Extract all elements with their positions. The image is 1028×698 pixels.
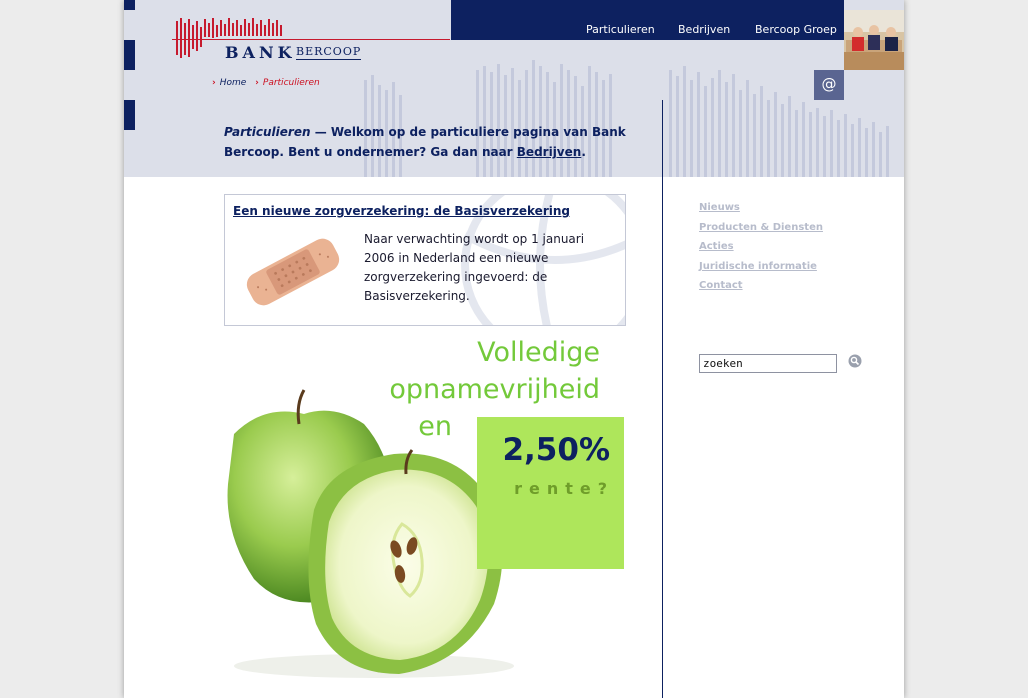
intro-text: Particulieren — Welkom op de particulier… <box>224 122 634 162</box>
logo-bank-text: BANK <box>225 43 296 62</box>
intro-label: Particulieren <box>224 125 311 139</box>
sidenav-acties[interactable]: Acties <box>699 237 823 257</box>
intro-dash: — <box>310 125 331 139</box>
interest-rate-box: 2,50% rente? <box>477 417 624 569</box>
promo-line-1: Volledige <box>477 337 600 368</box>
nav-bedrijven[interactable]: Bedrijven <box>678 23 730 36</box>
logo-line <box>172 39 450 40</box>
breadcrumb: › Home › Particulieren <box>212 78 320 88</box>
sidenav-juridische-informatie[interactable]: Juridische informatie <box>699 257 823 277</box>
interest-rate: 2,50% <box>502 432 610 468</box>
top-navigation: Particulieren Bedrijven Bercoop Groep <box>451 0 844 40</box>
breadcrumb-current: Particulieren <box>262 78 320 88</box>
intro-bedrijven-link[interactable]: Bedrijven <box>517 145 582 159</box>
nav-particulieren[interactable]: Particulieren <box>586 23 655 36</box>
savings-promo-banner[interactable]: Volledige opnamevrijheid en 2,50% rente? <box>224 334 626 680</box>
news-box: Een nieuwe zorgverzekering: de Basisverz… <box>224 194 626 326</box>
rente-label: rente? <box>514 479 614 498</box>
intro-end: . <box>581 145 586 159</box>
news-title-link[interactable]: Een nieuwe zorgverzekering: de Basisverz… <box>233 204 570 218</box>
logo-bercoop-text: BERCOOP <box>296 45 362 60</box>
side-navigation: Nieuws Producten & Diensten Acties Jurid… <box>699 198 823 296</box>
column-divider <box>662 100 663 698</box>
news-body: Naar verwachting wordt op 1 januari 2006… <box>364 232 585 303</box>
sidenav-producten-diensten[interactable]: Producten & Diensten <box>699 218 823 238</box>
left-accent-strip <box>124 100 135 130</box>
chevron-right-icon: › <box>212 78 216 88</box>
bank-logo[interactable]: BANK BERCOOP <box>172 15 452 65</box>
nav-bercoop-groep[interactable]: Bercoop Groep <box>755 23 837 36</box>
header: Particulieren Bedrijven Bercoop Groep BA… <box>124 0 904 177</box>
sidenav-nieuws[interactable]: Nieuws <box>699 198 823 218</box>
chevron-right-icon: › <box>255 78 259 88</box>
promo-line-2: opnamevrijheid <box>389 374 600 405</box>
left-accent-strip <box>124 40 135 70</box>
bandage-image <box>233 229 353 315</box>
search-input[interactable] <box>699 354 837 373</box>
email-button[interactable]: @ <box>814 70 844 100</box>
header-photo <box>844 10 904 70</box>
left-accent-strip <box>124 0 135 10</box>
sidenav-contact[interactable]: Contact <box>699 276 823 296</box>
breadcrumb-home[interactable]: Home <box>220 78 247 88</box>
page: Particulieren Bedrijven Bercoop Groep BA… <box>124 0 904 698</box>
search-icon[interactable] <box>848 354 862 368</box>
